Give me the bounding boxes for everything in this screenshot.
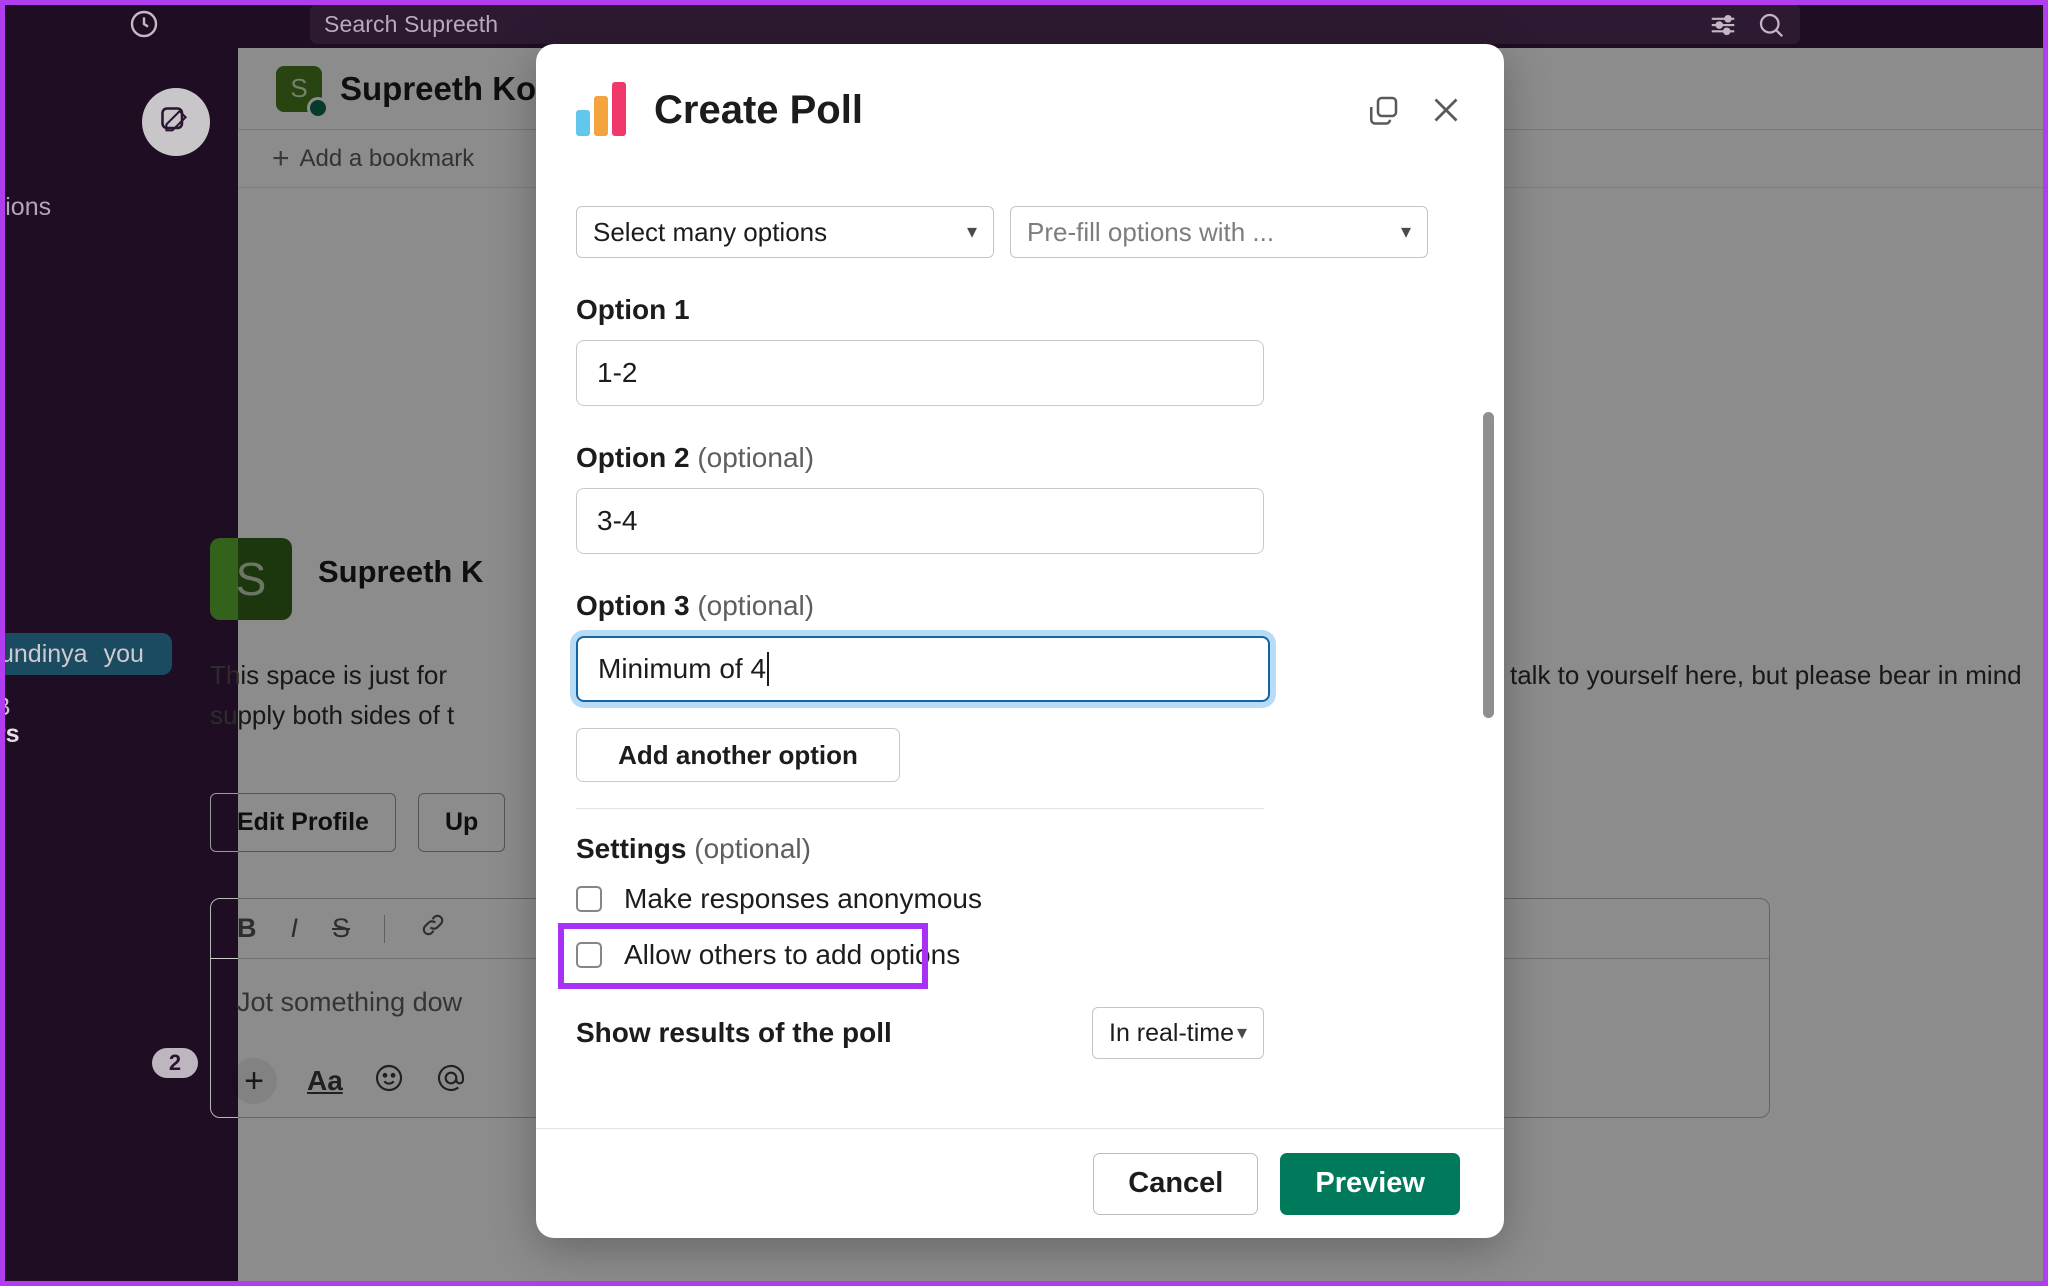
preview-button[interactable]: Preview [1280,1152,1460,1215]
sidebar-item-messages[interactable]: ges [0,598,2,627]
prefill-select[interactable]: Pre-fill options with ... ▾ [1010,206,1428,258]
compose-icon[interactable] [142,88,210,156]
option-1-label: Option 1 [576,294,1460,326]
chevron-down-icon: ▾ [1236,1022,1247,1044]
cancel-button[interactable]: Cancel [1093,1152,1259,1215]
dialog-scrollbar[interactable] [1483,412,1494,718]
search-actions [1708,10,1786,45]
chevron-down-icon: ▾ [966,221,977,243]
anonymous-checkbox[interactable] [576,886,602,912]
text-caret [767,652,770,686]
search-input[interactable]: Search Supreeth [310,4,1800,44]
option-3-value: Minimum of 4 [598,653,767,684]
allow-others-label: Allow others to add options [624,939,961,970]
chevron-down-icon: ▾ [1400,221,1411,243]
checkbox-row-anonymous[interactable]: Make responses anonymous [576,883,1460,915]
search-icon[interactable] [1756,10,1786,45]
anonymous-label: Make responses anonymous [624,883,982,914]
option-3-label: Option 3 (optional) [576,590,1460,622]
dialog-title: Create Poll [654,87,863,132]
sidebar-dm-you: you [103,639,144,668]
sidebar: eactions ges undinya you B ers 2 [0,48,238,1286]
add-option-label: Add another option [618,739,858,770]
option-2-label: Option 2 (optional) [576,442,1460,474]
option-2-optional: (optional) [697,442,815,473]
filter-icon[interactable] [1708,10,1738,45]
settings-optional: (optional) [694,833,811,864]
dialog-footer: Cancel Preview [536,1128,1504,1238]
dialog-header-actions [1366,92,1464,128]
show-results-value: In real-time [1109,1018,1235,1047]
checkbox-row-allow-others[interactable]: Allow others to add options [558,923,1460,989]
poll-mode-select[interactable]: Select many options ▾ [576,206,994,258]
duplicate-icon[interactable] [1366,92,1402,128]
sidebar-item-selected-dm[interactable]: undinya you [0,633,172,675]
option-3-label-text: Option 3 [576,590,690,621]
history-icon[interactable] [128,8,160,40]
add-another-option-button[interactable]: Add another option [576,728,900,782]
show-results-label: Show results of the poll [576,1017,892,1048]
option-1-value: 1-2 [597,357,638,388]
show-results-select[interactable]: In real-time ▾ [1092,1007,1264,1059]
sidebar-item-reactions[interactable]: eactions [0,193,51,222]
close-icon[interactable] [1428,92,1464,128]
dialog-header: Create Poll [536,44,1504,176]
option-3-optional: (optional) [697,590,815,621]
option-2-input[interactable]: 3-4 [576,488,1264,554]
sidebar-unread-badge: 2 [152,1048,198,1078]
sidebar-dm-name: undinya [0,639,88,668]
option-2-label-text: Option 2 [576,442,690,473]
section-divider [576,808,1264,809]
sidebar-item-ers[interactable]: ers [0,720,20,749]
allow-others-checkbox[interactable] [576,942,602,968]
poll-mode-value: Select many options [593,216,828,247]
show-results-row: Show results of the poll In real-time ▾ [576,1007,1264,1059]
dialog-body: Select many options ▾ Pre-fill options w… [536,176,1504,1128]
top-bar: Search Supreeth [0,0,2048,48]
settings-heading: Settings (optional) [576,833,1460,865]
cancel-label: Cancel [1128,1167,1224,1199]
poll-bar-chart-icon [576,82,626,136]
search-placeholder: Search Supreeth [324,10,499,37]
option-1-label-text: Option 1 [576,294,690,325]
sidebar-item-b[interactable]: B [0,693,11,722]
option-2-value: 3-4 [597,505,638,536]
option-3-input[interactable]: Minimum of 4 [576,636,1270,702]
create-poll-dialog: Create Poll Select many options ▾ Pre-fi… [536,44,1504,1238]
option-1-input[interactable]: 1-2 [576,340,1264,406]
settings-heading-text: Settings [576,833,687,864]
poll-type-row: Select many options ▾ Pre-fill options w… [576,206,1460,258]
preview-label: Preview [1315,1167,1425,1199]
prefill-placeholder: Pre-fill options with ... [1027,216,1275,247]
